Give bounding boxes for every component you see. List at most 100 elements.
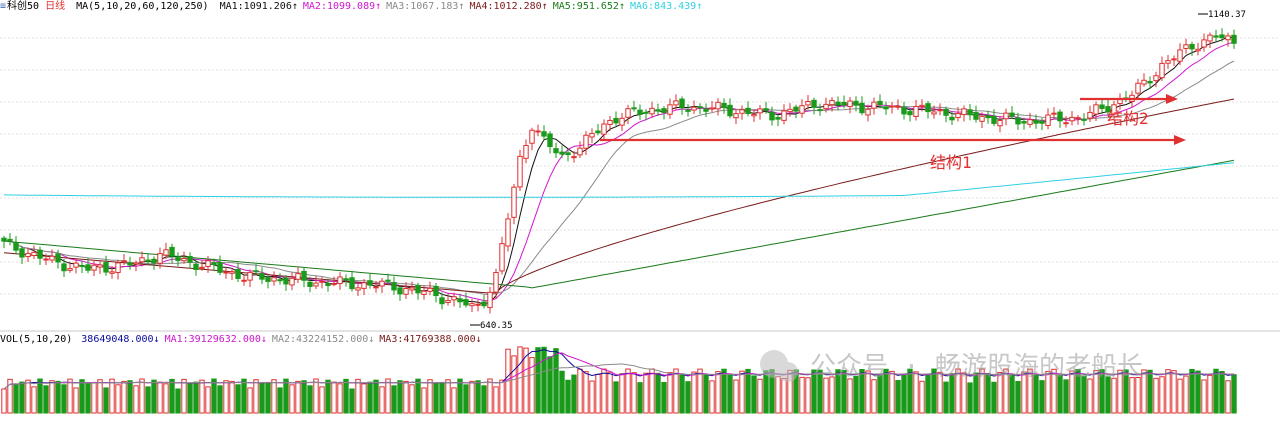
candle-body (391, 282, 397, 291)
candle-167 (997, 115, 1003, 133)
volume-bar-199 (1189, 368, 1195, 414)
volume-bar-21 (121, 380, 127, 414)
candle-body (847, 100, 853, 108)
candle-187 (1117, 93, 1123, 110)
candle-105 (625, 104, 631, 125)
volume-bar-98 (583, 371, 589, 414)
volume-bar-17 (97, 379, 103, 414)
candle-body (715, 101, 721, 110)
candle-67 (397, 285, 403, 301)
candle-46 (271, 271, 277, 286)
candle-118 (703, 103, 709, 118)
candle-72 (427, 281, 433, 296)
candle-body (229, 271, 235, 274)
candle-body (727, 104, 733, 117)
volume-bar-91 (541, 346, 547, 414)
volume-bar-74 (439, 382, 445, 414)
candlesticks[interactable] (1, 28, 1237, 314)
volume-bar-72 (427, 379, 433, 414)
candle-body (1003, 112, 1009, 120)
candle-122 (727, 98, 733, 119)
candle-162 (967, 104, 973, 121)
volume-bar-40 (235, 384, 241, 414)
volume-bar-46 (271, 379, 277, 414)
volume-bar-16 (91, 382, 97, 414)
candle-body (1063, 122, 1069, 125)
volume-bar-94 (559, 370, 565, 414)
volume-bar-29 (169, 378, 175, 414)
candle-body (1093, 104, 1099, 115)
volume-bar-44 (259, 382, 265, 414)
candle-body (169, 246, 175, 257)
candle-body (451, 296, 457, 301)
volume-bar-13 (73, 387, 79, 414)
candle-59 (349, 270, 355, 292)
chart-canvas[interactable]: 1140.37 640.35 结构2 结构1 公众号 · 畅游股海的老船长 (0, 0, 1280, 419)
volume-bar-107 (637, 382, 643, 414)
volume-bar-206 (1231, 374, 1237, 414)
volume-legend: VOL(5,10,20) 38649048.000↓ MA1:39129632.0… (0, 334, 492, 346)
candle-97 (577, 141, 583, 159)
price-ma-item-4: MA4:1012.280↑ (469, 1, 548, 12)
volume-bar-37 (217, 385, 223, 414)
candle-body (127, 262, 133, 266)
candle-body (475, 303, 481, 306)
volume-bar-125 (745, 368, 751, 414)
volume-bar-109 (649, 368, 655, 414)
volume-bar-63 (373, 379, 379, 414)
volume-bar-194 (1159, 376, 1165, 414)
volume-bar-95 (565, 379, 571, 414)
candle-140 (835, 96, 841, 111)
volume-bar-22 (127, 380, 133, 414)
kline-chart[interactable]: 1140.37 640.35 结构2 结构1 公众号 · 畅游股海的老船长 ≡科创50 日… (0, 0, 1280, 419)
volume-bar-61 (361, 383, 367, 414)
candle-body (661, 108, 667, 114)
candle-2 (7, 233, 13, 246)
candle-body (817, 109, 823, 112)
candle-body (523, 145, 529, 159)
index-title[interactable]: ≡科创50 日线 (0, 1, 76, 12)
candle-body (955, 113, 961, 119)
candle-body (961, 108, 967, 116)
candle-body (157, 253, 163, 264)
volume-bar-48 (283, 378, 289, 414)
candle-body (139, 257, 145, 263)
candle-58 (343, 274, 349, 287)
candle-body (529, 129, 535, 144)
candle-body (1087, 111, 1093, 119)
candle-body (649, 107, 655, 115)
candle-body (175, 257, 181, 261)
candle-body (493, 272, 499, 293)
candle-body (541, 131, 547, 137)
candle-body (835, 101, 841, 106)
candle-body (1147, 80, 1153, 84)
candle-63 (373, 281, 379, 293)
candle-body (889, 105, 895, 108)
volume-bar-19 (109, 378, 115, 414)
candle-body (25, 252, 31, 258)
candle-body (235, 268, 241, 279)
candle-body (883, 106, 889, 110)
candle-64 (379, 278, 385, 293)
volume-bar-66 (391, 385, 397, 414)
candle-body (73, 262, 79, 268)
volume-bar-35 (205, 386, 211, 414)
candle-body (91, 264, 97, 271)
candle-42 (247, 269, 253, 288)
candle-body (1213, 35, 1219, 38)
candle-188 (1123, 90, 1129, 103)
volume-bar-10 (55, 380, 61, 414)
candle-body (517, 155, 523, 188)
candle-161 (961, 105, 967, 122)
volume-bar-203 (1213, 368, 1219, 414)
candle-body (823, 103, 829, 110)
volume-bar-190 (1135, 377, 1141, 414)
candle-119 (709, 101, 715, 113)
volume-bar-14 (79, 379, 85, 414)
candle-body (571, 156, 577, 159)
candle-body (379, 280, 385, 287)
candle-85 (505, 213, 511, 252)
candle-body (859, 102, 865, 114)
volume-bar-27 (157, 381, 163, 414)
price-legend: ≡科创50 日线 MA(5,10,20,60,120,250) MA1:1091.… (0, 1, 712, 13)
